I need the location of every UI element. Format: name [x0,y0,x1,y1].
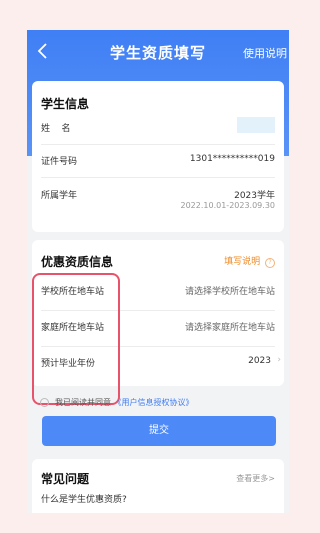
phone-screen: 学生资质填写 使用说明 学生信息 姓 名 证件号码 1301**********… [27,30,289,513]
faq-question[interactable]: 什么是学生优惠资质? [41,492,127,505]
submit-button[interactable]: 提交 [42,416,276,446]
faq-card: 常见问题 查看更多> 什么是学生优惠资质? [32,459,284,513]
id-label: 证件号码 [41,157,78,167]
home-station-row[interactable]: 家庭所在地车站 请选择家庭所在地车站 [41,315,275,347]
school-station-placeholder: 请选择学校所在地车站 [184,287,275,297]
year-range: 2022.10.01-2023.09.30 [180,201,276,210]
agree-checkbox[interactable] [40,398,49,407]
agree-prefix: 我已阅读并同意 [55,398,111,407]
student-info-title: 学生信息 [41,97,90,111]
home-station-label: 家庭所在地车站 [41,323,105,333]
agreement-row[interactable]: 我已阅读并同意 《用户信息授权协议》 [40,397,194,408]
year-row: 所属学年 2023学年 2022.10.01-2023.09.30 [41,185,275,225]
discount-info-card: 优惠资质信息 填写说明 ? 学校所在地车站 请选择学校所在地车站 家庭所在地车站… [32,240,284,386]
faq-title: 常见问题 [41,472,90,486]
question-circle-icon: ? [265,258,275,268]
name-row: 姓 名 [41,117,275,145]
nav-bar: 学生资质填写 使用说明 [27,30,289,74]
discount-info-title: 优惠资质信息 [41,255,114,269]
school-station-row[interactable]: 学校所在地车站 请选择学校所在地车站 [41,280,275,311]
name-value-masked [237,117,275,133]
chevron-right-icon: › [277,355,281,365]
fill-instructions-link[interactable]: 填写说明 ? [224,254,275,268]
year-value: 2023学年 [234,191,275,201]
year-label: 所属学年 [41,191,78,201]
school-station-label: 学校所在地车站 [41,287,105,297]
agreement-link[interactable]: 《用户信息授权协议》 [114,398,194,407]
grad-year-label: 预计毕业年份 [41,359,96,369]
help-link[interactable]: 使用说明 [243,45,287,61]
fill-instructions-label: 填写说明 [224,257,261,267]
name-label: 姓 名 [41,124,71,134]
grad-year-row[interactable]: 预计毕业年份 2023 › [41,350,281,380]
grad-year-value: 2023 [248,356,271,366]
id-value: 1301**********019 [189,154,275,164]
id-row: 证件号码 1301**********019 [41,151,275,178]
student-info-card: 学生信息 姓 名 证件号码 1301**********019 所属学年 202… [32,81,284,232]
home-station-placeholder: 请选择家庭所在地车站 [184,323,275,333]
faq-more-link[interactable]: 查看更多> [236,473,275,484]
